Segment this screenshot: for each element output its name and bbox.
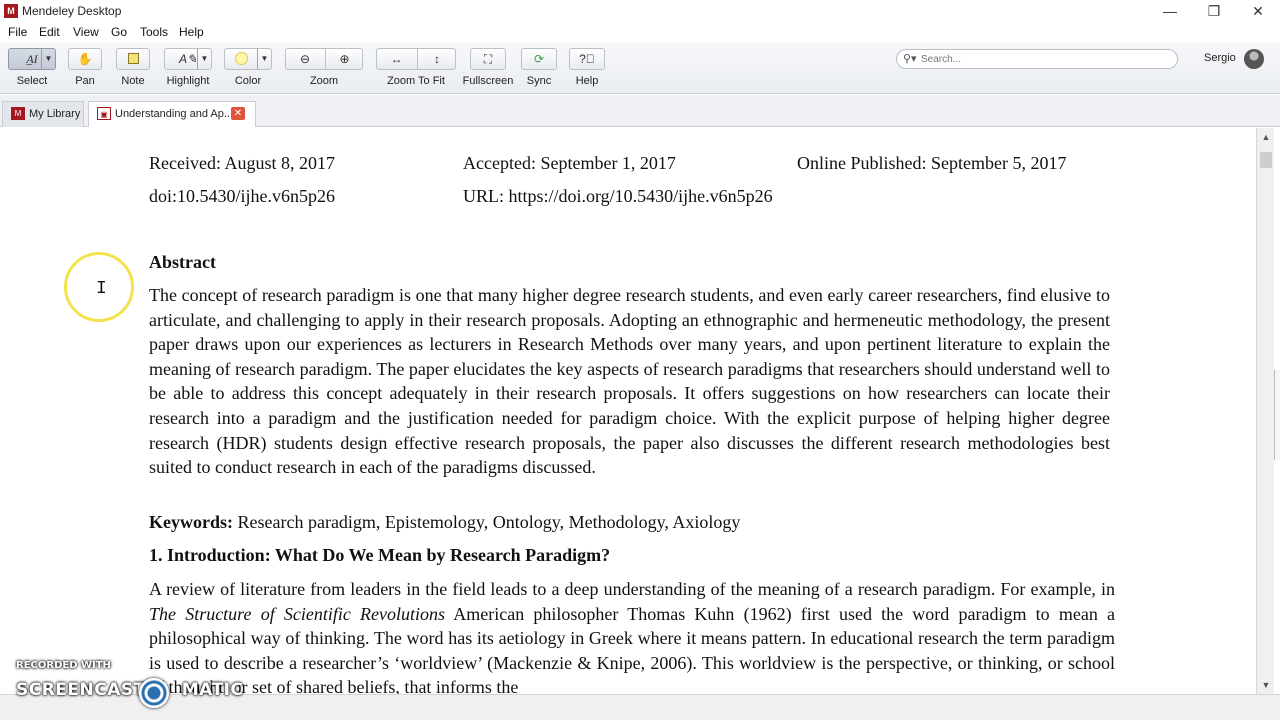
url-text: URL: https://doi.org/10.5430/ijhe.v6n5p2… [463,186,773,206]
help-icon: ?⃝ [579,52,595,66]
user-name[interactable]: Sergio [1204,52,1236,64]
menu-edit[interactable]: Edit [39,25,60,39]
highlight-label: Highlight [166,75,210,87]
vertical-scrollbar[interactable]: ▲ ▼ [1256,128,1274,694]
abstract-heading: Abstract [149,252,216,272]
close-button[interactable]: ✕ [1236,0,1280,22]
color-label: Color [234,75,262,87]
select-label: Select [16,75,48,87]
watermark-recorded-with: RECORDED WITH [16,660,111,671]
introduction-heading: 1. Introduction: What Do We Mean by Rese… [149,545,611,565]
screencast-watermark: RECORDED WITH SCREENCAST MATIC [16,660,243,708]
menu-tools[interactable]: Tools [140,25,168,39]
sync-label: Sync [526,75,552,87]
fullscreen-icon: ⛶ [483,52,493,66]
help-button[interactable]: ?⃝ [569,48,605,70]
scroll-up-icon[interactable]: ▲ [1259,130,1273,144]
avatar[interactable] [1244,49,1264,69]
search-input[interactable] [921,52,1171,66]
pdf-viewer[interactable]: Received: August 8, 2017 Accepted: Septe… [0,128,1256,694]
published-date: Online Published: September 5, 2017 [797,153,1067,173]
menu-file[interactable]: File [8,25,27,39]
fit-width-icon[interactable]: ↔ [377,49,416,69]
zoom-to-fit-label: Zoom To Fit [387,75,445,87]
note-label: Note [121,75,145,87]
pdf-icon: ▣ [97,107,111,120]
received-date: Received: August 8, 2017 [149,153,335,173]
keywords-list: Research paradigm, Epistemology, Ontolog… [237,512,741,532]
text-select-icon: A̲I [26,52,38,66]
scrollbar-thumb[interactable] [1260,152,1272,168]
fit-height-icon[interactable]: ↕ [417,49,456,69]
note-button[interactable] [116,48,150,70]
keywords-line: Keywords: Research paradigm, Epistemolog… [149,512,1110,533]
menu-go[interactable]: Go [111,25,127,39]
abstract-paragraph: The concept of research paradigm is one … [149,285,1110,478]
zoom-to-fit-group: ↔ ↕ [376,48,456,70]
mendeley-library-icon: M [11,107,25,120]
zoom-in-icon[interactable]: ⊕ [325,49,363,69]
sync-icon: ⟳ [533,52,545,66]
hand-icon: ✋ [77,52,93,66]
restore-button[interactable]: ❐ [1192,0,1236,22]
menu-view[interactable]: View [73,25,99,39]
zoom-label: Zoom [309,75,339,87]
chevron-down-icon[interactable]: ▼ [41,49,55,69]
highlight-icon: A✎ [178,52,198,66]
fullscreen-button[interactable]: ⛶ [470,48,506,70]
highlight-button[interactable]: A✎ ▼ [164,48,212,70]
intro-text-start: A review of literature from leaders in t… [149,579,1115,599]
introduction-paragraph: A review of literature from leaders in t… [149,577,1115,694]
menu-bar: File Edit View Go Tools Help [0,22,1280,42]
color-button[interactable]: ▼ [224,48,272,70]
pan-button[interactable]: ✋ [68,48,102,70]
screencast-logo-icon [139,678,169,708]
minimize-button[interactable]: — [1148,0,1192,22]
watermark-brand: SCREENCAST MATIC [16,680,244,700]
search-icon: ⚲▾ [903,53,917,65]
select-tool-button[interactable]: A̲I ▼ [8,48,56,70]
title-bar: M Mendeley Desktop — ❐ ✕ [0,0,1280,22]
color-swatch-icon [234,52,248,65]
keywords-label: Keywords: [149,512,233,532]
tab-my-library[interactable]: M My Library [2,101,84,127]
book-title: The Structure of Scientific Revolutions [149,603,446,624]
tab-bar: M My Library ▣ Understanding and Ap... ✕ [0,95,1280,127]
fullscreen-label: Fullscreen [462,75,514,87]
scroll-down-icon[interactable]: ▼ [1259,678,1273,692]
zoom-button-group: ⊖ ⊕ [285,48,363,70]
note-icon [127,53,139,64]
side-panel-handle[interactable] [1274,370,1280,460]
zoom-out-icon[interactable]: ⊖ [286,49,324,69]
tab-document[interactable]: ▣ Understanding and Ap... ✕ [88,101,256,127]
mendeley-logo-icon: M [4,4,18,18]
search-box[interactable]: ⚲▾ [896,49,1178,69]
pan-label: Pan [75,75,95,87]
sync-button[interactable]: ⟳ [521,48,557,70]
tab-my-library-label: My Library [29,108,81,120]
window-title: Mendeley Desktop [22,4,122,18]
text-cursor-icon: I [96,279,107,299]
menu-help[interactable]: Help [179,25,204,39]
chevron-down-icon[interactable]: ▼ [257,49,271,69]
close-tab-icon[interactable]: ✕ [231,107,245,120]
doi-text: doi:10.5430/ijhe.v6n5p26 [149,186,335,206]
accepted-date: Accepted: September 1, 2017 [463,153,676,173]
tab-document-label: Understanding and Ap... [115,108,234,120]
help-label: Help [575,75,599,87]
chevron-down-icon[interactable]: ▼ [197,49,211,69]
